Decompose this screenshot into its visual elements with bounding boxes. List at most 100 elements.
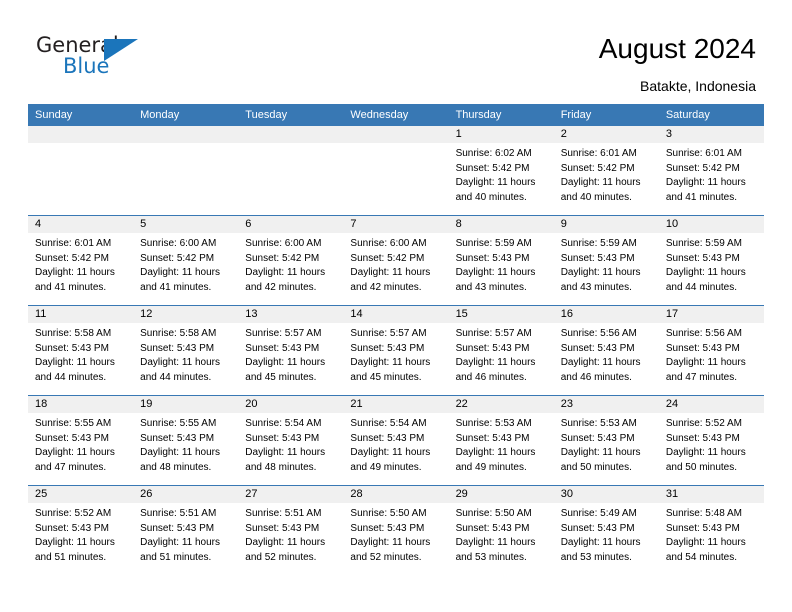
day-details: Sunrise: 5:57 AM Sunset: 5:43 PM Daylight:… — [343, 323, 448, 385]
calendar-day-cell[interactable]: 26 Sunrise: 5:51 AM Sunset: 5:43 PM Dayligh… — [133, 485, 239, 575]
calendar-day-cell[interactable]: 1 Sunrise: 6:02 AM Sunset: 5:42 PM Daylight… — [448, 126, 554, 216]
day-number: 9 — [553, 216, 659, 233]
day-details: Sunrise: 5:53 AM Sunset: 5:43 PM Daylight:… — [554, 413, 659, 475]
calendar-day-cell[interactable]: 7 Sunrise: 6:00 AM Sunset: 5:42 PM Daylight… — [343, 215, 449, 306]
page-header: General Blue August 2024 Batakte, Indone… — [0, 0, 792, 104]
calendar-day-19[interactable]: 19 Sunrise: 5:55 AM Sunset: 5:43 PM Dayligh… — [133, 396, 239, 485]
calendar-day-cell[interactable]: 22 Sunrise: 5:53 AM Sunset: 5:43 PM Dayligh… — [448, 395, 554, 486]
general-blue-logo[interactable]: General Blue — [36, 34, 156, 86]
calendar-day-8[interactable]: 8 Sunrise: 5:59 AM Sunset: 5:43 PM Daylight… — [448, 216, 554, 305]
calendar-day-cell[interactable]: 14 Sunrise: 5:57 AM Sunset: 5:43 PM Dayligh… — [343, 305, 449, 396]
calendar-day-1[interactable]: 1 Sunrise: 6:02 AM Sunset: 5:42 PM Daylight… — [448, 126, 554, 215]
calendar-day-15[interactable]: 15 Sunrise: 5:57 AM Sunset: 5:43 PM Dayligh… — [448, 306, 554, 395]
calendar-day-cell[interactable]: 20 Sunrise: 5:54 AM Sunset: 5:43 PM Dayligh… — [238, 395, 344, 486]
daylight-duration-line1: Daylight: 11 hours — [245, 267, 326, 279]
calendar-day-cell[interactable]: 15 Sunrise: 5:57 AM Sunset: 5:43 PM Dayligh… — [448, 305, 554, 396]
calendar-day-cell[interactable]: 29 Sunrise: 5:50 AM Sunset: 5:43 PM Dayligh… — [448, 485, 554, 575]
sunset-time: Sunset: 5:42 PM — [560, 162, 635, 174]
sunset-time: Sunset: 5:43 PM — [665, 252, 740, 264]
calendar-day-cell[interactable]: 5 Sunrise: 6:00 AM Sunset: 5:42 PM Daylight… — [133, 215, 239, 306]
calendar-day-cell[interactable]: 12 Sunrise: 5:58 AM Sunset: 5:43 PM Dayligh… — [133, 305, 239, 396]
daylight-duration-line1: Daylight: 11 hours — [35, 357, 115, 369]
calendar-day-cell[interactable] — [343, 126, 449, 216]
calendar-day-25[interactable]: 25 Sunrise: 5:52 AM Sunset: 5:43 PM Dayligh… — [28, 486, 134, 575]
calendar-day-10[interactable]: 10 Sunrise: 5:59 AM Sunset: 5:43 PM Dayligh… — [658, 216, 764, 305]
calendar-day-cell[interactable]: 31 Sunrise: 5:48 AM Sunset: 5:43 PM Dayligh… — [658, 485, 764, 575]
calendar-day-28[interactable]: 28 Sunrise: 5:50 AM Sunset: 5:43 PM Dayligh… — [343, 486, 449, 575]
calendar-day-cell[interactable]: 13 Sunrise: 5:57 AM Sunset: 5:43 PM Dayligh… — [238, 305, 344, 396]
sunrise-time: Sunrise: 5:50 AM — [455, 508, 532, 519]
daylight-duration-line1: Daylight: 11 hours — [35, 267, 115, 279]
day-details: Sunrise: 5:57 AM Sunset: 5:43 PM Daylight:… — [238, 323, 343, 385]
calendar-day-cell[interactable]: 11 Sunrise: 5:58 AM Sunset: 5:43 PM Dayligh… — [28, 305, 134, 396]
day-details: Sunrise: 5:59 AM Sunset: 5:43 PM Daylight:… — [659, 233, 764, 295]
daylight-duration-line1: Daylight: 11 hours — [245, 357, 326, 369]
calendar-day-14[interactable]: 14 Sunrise: 5:57 AM Sunset: 5:43 PM Dayligh… — [343, 306, 449, 395]
calendar-day-empty — [238, 126, 344, 215]
calendar-day-cell[interactable]: 23 Sunrise: 5:53 AM Sunset: 5:43 PM Dayligh… — [553, 395, 659, 486]
sunrise-time: Sunrise: 5:53 AM — [560, 418, 637, 429]
calendar-day-7[interactable]: 7 Sunrise: 6:00 AM Sunset: 5:42 PM Daylight… — [343, 216, 449, 305]
calendar-day-4[interactable]: 4 Sunrise: 6:01 AM Sunset: 5:42 PM Daylight… — [28, 216, 134, 305]
calendar-day-cell[interactable] — [238, 126, 344, 216]
calendar-day-2[interactable]: 2 Sunrise: 6:01 AM Sunset: 5:42 PM Daylight… — [553, 126, 659, 215]
daylight-duration-line1: Daylight: 11 hours — [560, 537, 641, 549]
calendar-day-6[interactable]: 6 Sunrise: 6:00 AM Sunset: 5:42 PM Daylight… — [238, 216, 344, 305]
sunset-time: Sunset: 5:43 PM — [560, 522, 635, 534]
calendar-day-cell[interactable]: 19 Sunrise: 5:55 AM Sunset: 5:43 PM Dayligh… — [133, 395, 239, 486]
day-number: 30 — [553, 486, 659, 503]
calendar-day-12[interactable]: 12 Sunrise: 5:58 AM Sunset: 5:43 PM Dayligh… — [133, 306, 239, 395]
calendar-day-cell[interactable]: 24 Sunrise: 5:52 AM Sunset: 5:43 PM Dayligh… — [658, 395, 764, 486]
calendar-day-31[interactable]: 31 Sunrise: 5:48 AM Sunset: 5:43 PM Dayligh… — [658, 486, 764, 575]
calendar-day-empty — [28, 126, 134, 215]
calendar-day-29[interactable]: 29 Sunrise: 5:50 AM Sunset: 5:43 PM Dayligh… — [448, 486, 554, 575]
day-details: Sunrise: 5:59 AM Sunset: 5:43 PM Daylight:… — [449, 233, 554, 295]
daylight-duration-line1: Daylight: 11 hours — [560, 177, 641, 189]
calendar-day-cell[interactable]: 30 Sunrise: 5:49 AM Sunset: 5:43 PM Dayligh… — [553, 485, 659, 575]
calendar-day-23[interactable]: 23 Sunrise: 5:53 AM Sunset: 5:43 PM Dayligh… — [553, 396, 659, 485]
calendar-day-cell[interactable]: 16 Sunrise: 5:56 AM Sunset: 5:43 PM Dayligh… — [553, 305, 659, 396]
calendar-day-22[interactable]: 22 Sunrise: 5:53 AM Sunset: 5:43 PM Dayligh… — [448, 396, 554, 485]
calendar-day-cell[interactable] — [133, 126, 239, 216]
day-details: Sunrise: 5:54 AM Sunset: 5:43 PM Daylight:… — [238, 413, 343, 475]
calendar-day-cell[interactable]: 21 Sunrise: 5:54 AM Sunset: 5:43 PM Dayligh… — [343, 395, 449, 486]
calendar-day-cell[interactable]: 8 Sunrise: 5:59 AM Sunset: 5:43 PM Daylight… — [448, 215, 554, 306]
calendar-day-cell[interactable]: 25 Sunrise: 5:52 AM Sunset: 5:43 PM Dayligh… — [28, 485, 134, 575]
calendar-day-cell[interactable]: 27 Sunrise: 5:51 AM Sunset: 5:43 PM Dayligh… — [238, 485, 344, 575]
sunrise-time: Sunrise: 5:48 AM — [665, 508, 742, 519]
calendar-day-11[interactable]: 11 Sunrise: 5:58 AM Sunset: 5:43 PM Dayligh… — [28, 306, 134, 395]
calendar-week-row: 1 Sunrise: 6:02 AM Sunset: 5:42 PM Daylight… — [28, 126, 764, 216]
calendar-day-cell[interactable]: 6 Sunrise: 6:00 AM Sunset: 5:42 PM Daylight… — [238, 215, 344, 306]
calendar-day-27[interactable]: 27 Sunrise: 5:51 AM Sunset: 5:43 PM Dayligh… — [238, 486, 344, 575]
calendar-day-26[interactable]: 26 Sunrise: 5:51 AM Sunset: 5:43 PM Dayligh… — [133, 486, 239, 575]
calendar-day-21[interactable]: 21 Sunrise: 5:54 AM Sunset: 5:43 PM Dayligh… — [343, 396, 449, 485]
sunset-time: Sunset: 5:43 PM — [350, 522, 425, 534]
calendar-day-cell[interactable]: 28 Sunrise: 5:50 AM Sunset: 5:43 PM Dayligh… — [343, 485, 449, 575]
calendar-day-18[interactable]: 18 Sunrise: 5:55 AM Sunset: 5:43 PM Dayligh… — [28, 396, 134, 485]
calendar-day-30[interactable]: 30 Sunrise: 5:49 AM Sunset: 5:43 PM Dayligh… — [553, 486, 659, 575]
sunset-time: Sunset: 5:42 PM — [350, 252, 425, 264]
calendar-day-3[interactable]: 3 Sunrise: 6:01 AM Sunset: 5:42 PM Daylight… — [658, 126, 764, 215]
sunset-time: Sunset: 5:43 PM — [560, 252, 635, 264]
calendar-day-16[interactable]: 16 Sunrise: 5:56 AM Sunset: 5:43 PM Dayligh… — [553, 306, 659, 395]
calendar-day-cell[interactable]: 2 Sunrise: 6:01 AM Sunset: 5:42 PM Daylight… — [553, 126, 659, 216]
calendar-day-cell[interactable]: 10 Sunrise: 5:59 AM Sunset: 5:43 PM Dayligh… — [658, 215, 764, 306]
calendar-day-cell[interactable]: 3 Sunrise: 6:01 AM Sunset: 5:42 PM Daylight… — [658, 126, 764, 216]
calendar-day-9[interactable]: 9 Sunrise: 5:59 AM Sunset: 5:43 PM Daylight… — [553, 216, 659, 305]
calendar-day-17[interactable]: 17 Sunrise: 5:56 AM Sunset: 5:43 PM Dayligh… — [658, 306, 764, 395]
calendar-day-13[interactable]: 13 Sunrise: 5:57 AM Sunset: 5:43 PM Dayligh… — [238, 306, 344, 395]
calendar-week-row: 4 Sunrise: 6:01 AM Sunset: 5:42 PM Daylight… — [28, 215, 764, 306]
daylight-duration-line2: and 51 minutes. — [35, 551, 107, 563]
sunrise-time: Sunrise: 6:02 AM — [455, 148, 532, 159]
calendar-day-cell[interactable]: 4 Sunrise: 6:01 AM Sunset: 5:42 PM Daylight… — [28, 215, 134, 306]
calendar-day-cell[interactable]: 18 Sunrise: 5:55 AM Sunset: 5:43 PM Dayligh… — [28, 395, 134, 486]
calendar-day-20[interactable]: 20 Sunrise: 5:54 AM Sunset: 5:43 PM Dayligh… — [238, 396, 344, 485]
calendar-day-cell[interactable]: 17 Sunrise: 5:56 AM Sunset: 5:43 PM Dayligh… — [658, 305, 764, 396]
sunrise-time: Sunrise: 5:59 AM — [455, 238, 532, 249]
calendar-day-cell[interactable] — [28, 126, 134, 216]
calendar-day-cell[interactable]: 9 Sunrise: 5:59 AM Sunset: 5:43 PM Daylight… — [553, 215, 659, 306]
calendar-day-24[interactable]: 24 Sunrise: 5:52 AM Sunset: 5:43 PM Dayligh… — [658, 396, 764, 485]
sunrise-time: Sunrise: 5:56 AM — [665, 328, 742, 339]
daylight-duration-line1: Daylight: 11 hours — [560, 357, 641, 369]
calendar-day-5[interactable]: 5 Sunrise: 6:00 AM Sunset: 5:42 PM Daylight… — [133, 216, 239, 305]
